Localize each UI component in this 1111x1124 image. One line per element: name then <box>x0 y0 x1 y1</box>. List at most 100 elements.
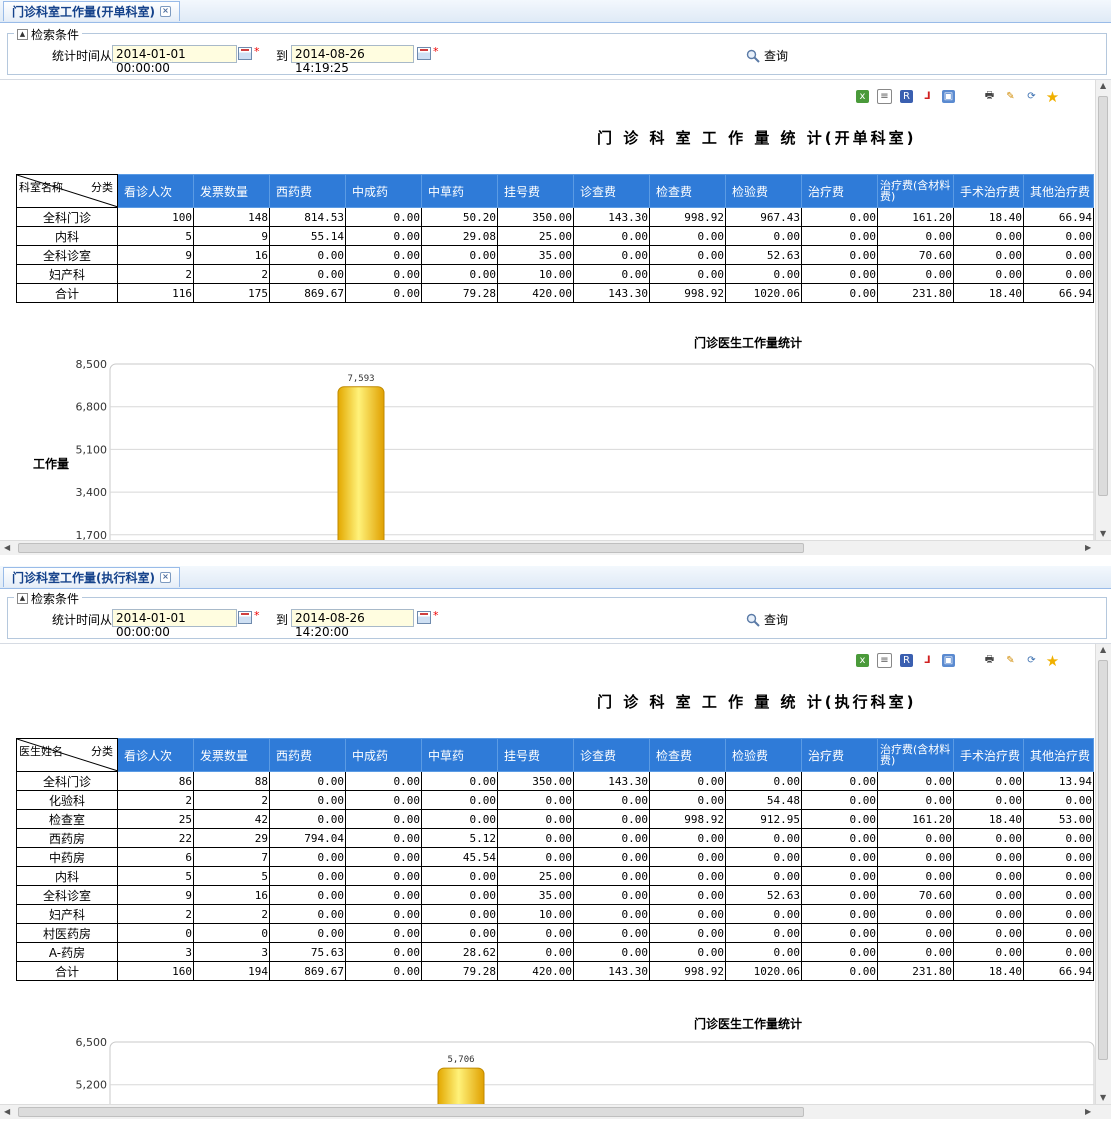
date-from-input[interactable]: 2014-01-01 00:00:00 <box>112 45 237 75</box>
export-copy-icon[interactable]: ≡ <box>877 653 892 668</box>
scroll-thumb[interactable] <box>1098 96 1108 496</box>
table-cell: 0.00 <box>649 847 726 867</box>
row-label-cell: 合计 <box>16 961 118 981</box>
scroll-thumb[interactable] <box>18 1107 804 1117</box>
column-header[interactable]: 治疗费 <box>801 738 878 772</box>
vertical-scrollbar[interactable]: ▲ ▼ <box>1095 80 1111 541</box>
date-to-input[interactable]: 2014-08-26 14:19:25 <box>291 45 414 75</box>
refresh-icon[interactable]: ⟳ <box>1025 654 1038 667</box>
print-icon[interactable]: 🖶 <box>983 90 996 103</box>
column-header[interactable]: 看诊人次 <box>117 738 194 772</box>
refresh-icon[interactable]: ⟳ <box>1025 90 1038 103</box>
collapse-icon[interactable]: ▲ <box>17 29 28 40</box>
print-icon[interactable]: 🖶 <box>983 654 996 667</box>
table-cell: 0.00 <box>421 771 498 791</box>
column-header[interactable]: 检查费 <box>649 174 726 208</box>
export-pdf-icon[interactable]: ᒧ <box>921 90 934 103</box>
scroll-down-arrow[interactable]: ▼ <box>1100 1093 1106 1102</box>
row-label-cell: A-药房 <box>16 942 118 962</box>
column-header[interactable]: 中成药 <box>345 174 422 208</box>
date-to-input[interactable]: 2014-08-26 14:20:00 <box>291 609 414 639</box>
export-word-icon[interactable]: R <box>900 90 913 103</box>
table-cell: 0.00 <box>649 264 726 284</box>
table-cell: 869.67 <box>269 283 346 303</box>
export-excel-icon[interactable]: x <box>856 654 869 667</box>
column-header[interactable]: 挂号费 <box>497 174 574 208</box>
export-image-icon[interactable]: ▣ <box>942 90 955 103</box>
scroll-left-arrow[interactable]: ◀ <box>4 543 10 552</box>
table-header-row: 科室名称 分类 看诊人次 发票数量 西药费 中成药 中草药 挂号费 诊查费 检查费 检验费 治疗费 治疗… <box>16 174 1094 208</box>
calendar-icon[interactable] <box>417 611 431 624</box>
column-header[interactable]: 治疗费(含材料费) <box>877 738 954 772</box>
scroll-thumb[interactable] <box>1098 660 1108 1060</box>
column-header[interactable]: 诊查费 <box>573 738 650 772</box>
table-cell: 0.00 <box>649 828 726 848</box>
vertical-scrollbar[interactable]: ▲ ▼ <box>1095 644 1111 1105</box>
scroll-left-arrow[interactable]: ◀ <box>4 1107 10 1116</box>
column-header[interactable]: 看诊人次 <box>117 174 194 208</box>
column-header[interactable]: 中成药 <box>345 738 422 772</box>
export-excel-icon[interactable]: x <box>856 90 869 103</box>
query-button[interactable]: 查询 <box>746 47 788 64</box>
table-cell: 0 <box>117 923 194 943</box>
calendar-icon[interactable] <box>238 47 252 60</box>
workload-table: 医生姓名 分类 看诊人次 发票数量 西药费 中成药 中草药 挂号费 诊查费 检查费 检验费 治疗费 治疗… <box>16 738 1094 981</box>
plot-area <box>109 363 1095 541</box>
export-pdf-icon[interactable]: ᒧ <box>921 654 934 667</box>
column-header[interactable]: 挂号费 <box>497 738 574 772</box>
column-header[interactable]: 中草药 <box>421 174 498 208</box>
column-header[interactable]: 治疗费(含材料费) <box>877 174 954 208</box>
column-header[interactable]: 检验费 <box>725 174 802 208</box>
scroll-down-arrow[interactable]: ▼ <box>1100 529 1106 538</box>
close-icon[interactable]: × <box>159 6 171 17</box>
query-button[interactable]: 查询 <box>746 611 788 628</box>
table-cell: 0.00 <box>573 226 650 246</box>
table-cell: 0.00 <box>345 264 422 284</box>
table-cell: 16 <box>193 885 270 905</box>
column-header[interactable]: 西药费 <box>269 174 346 208</box>
tab-ordering-dept-workload[interactable]: 门诊科室工作量(开单科室) × <box>3 1 180 21</box>
favorite-star-icon[interactable]: ★ <box>1046 652 1059 670</box>
export-image-icon[interactable]: ▣ <box>942 654 955 667</box>
chart-title: 门诊医生工作量统计 <box>694 335 802 350</box>
column-header[interactable]: 检验费 <box>725 738 802 772</box>
calendar-icon[interactable] <box>238 611 252 624</box>
scroll-up-arrow[interactable]: ▲ <box>1100 81 1106 90</box>
scroll-up-arrow[interactable]: ▲ <box>1100 645 1106 654</box>
column-header[interactable]: 诊查费 <box>573 174 650 208</box>
column-header[interactable]: 发票数量 <box>193 738 270 772</box>
tab-executing-dept-workload[interactable]: 门诊科室工作量(执行科室) × <box>3 567 180 587</box>
calendar-icon[interactable] <box>417 47 431 60</box>
table-cell: 0.00 <box>345 847 422 867</box>
chart-settings-icon[interactable]: ✎ <box>1004 654 1017 667</box>
favorite-star-icon[interactable]: ★ <box>1046 88 1059 106</box>
row-label-cell: 妇产科 <box>16 264 118 284</box>
column-header[interactable]: 西药费 <box>269 738 346 772</box>
export-word-icon[interactable]: R <box>900 654 913 667</box>
collapse-icon[interactable]: ▲ <box>17 593 28 604</box>
column-header[interactable]: 发票数量 <box>193 174 270 208</box>
date-from-input[interactable]: 2014-01-01 00:00:00 <box>112 609 237 639</box>
column-header[interactable]: 手术治疗费 <box>953 174 1024 208</box>
table-cell: 0.00 <box>801 828 878 848</box>
horizontal-scrollbar[interactable]: ◀ ▶ <box>0 540 1111 555</box>
column-header[interactable]: 其他治疗费 <box>1023 738 1094 772</box>
column-header[interactable]: 中草药 <box>421 738 498 772</box>
scroll-right-arrow[interactable]: ▶ <box>1085 543 1091 552</box>
column-header[interactable]: 其他治疗费 <box>1023 174 1094 208</box>
column-header[interactable]: 检查费 <box>649 738 726 772</box>
scroll-thumb[interactable] <box>18 543 804 553</box>
criteria-legend[interactable]: ▲ 检索条件 <box>14 590 83 607</box>
criteria-legend[interactable]: ▲ 检索条件 <box>14 26 83 43</box>
table-cell: 0.00 <box>497 809 574 829</box>
export-copy-icon[interactable]: ≡ <box>877 89 892 104</box>
close-icon[interactable]: × <box>159 572 171 583</box>
table-row: 内科 5 5 0.00 0.00 0.00 25.00 0.00 0.00 0.00 0.00 0.0… <box>16 866 1094 886</box>
horizontal-scrollbar[interactable]: ◀ ▶ <box>0 1104 1111 1119</box>
column-header[interactable]: 手术治疗费 <box>953 738 1024 772</box>
chart-settings-icon[interactable]: ✎ <box>1004 90 1017 103</box>
table-cell: 0.00 <box>725 847 802 867</box>
table-cell: 7 <box>193 847 270 867</box>
column-header[interactable]: 治疗费 <box>801 174 878 208</box>
scroll-right-arrow[interactable]: ▶ <box>1085 1107 1091 1116</box>
